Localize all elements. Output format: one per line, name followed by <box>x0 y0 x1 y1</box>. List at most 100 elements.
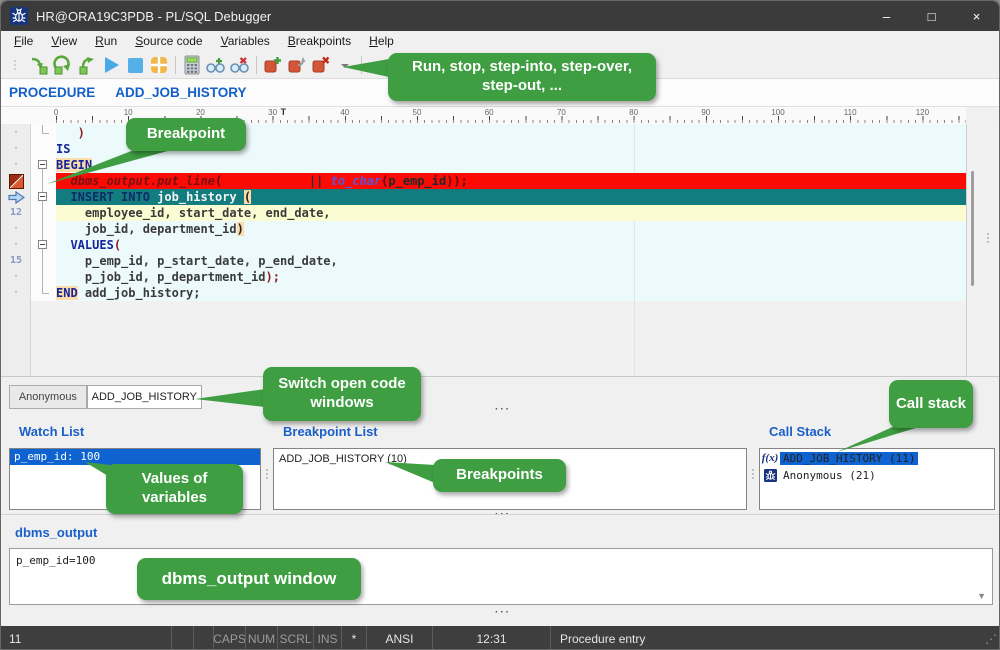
gutter-cell[interactable]: · <box>1 285 31 301</box>
code-text[interactable]: dbms_output.put_line('p_emp_id=' || to_c… <box>56 173 966 189</box>
line-number[interactable]: 15 <box>1 253 31 269</box>
callout-toolbar: Run, stop, step-into, step-over, step-ou… <box>388 53 656 101</box>
step-out-icon[interactable] <box>75 53 99 77</box>
code-text[interactable]: employee_id, start_date, end_date, <box>56 205 966 221</box>
menu-item-source-code[interactable]: Source code <box>126 32 211 50</box>
code-text[interactable]: INSERT INTO job_history ( <box>56 189 966 205</box>
run-icon[interactable] <box>99 53 123 77</box>
ruler-label: 100 <box>771 108 784 117</box>
code-line[interactable]: 12 employee_id, start_date, end_date, <box>1 205 966 221</box>
break-icon[interactable] <box>147 53 171 77</box>
fold-gutter-cell <box>31 253 56 269</box>
status-11: 11 <box>1 626 171 650</box>
execution-pointer[interactable] <box>1 189 31 205</box>
stop-icon[interactable] <box>123 53 147 77</box>
function-icon: f(x) <box>760 452 780 464</box>
ruler-label: 110 <box>844 108 857 117</box>
menu-item-breakpoints[interactable]: Breakpoints <box>279 32 360 50</box>
code-line[interactable]: · job_id, department_id) <box>1 221 966 237</box>
gutter-cell[interactable]: · <box>1 221 31 237</box>
code-text[interactable]: job_id, department_id) <box>56 221 966 237</box>
ruler-label: 90 <box>701 108 710 117</box>
gutter-cell[interactable]: · <box>1 157 31 173</box>
call-stack-item[interactable]: f(x)ADD_JOB_HISTORY (11) <box>760 450 994 466</box>
debugger-bug-icon <box>10 7 28 25</box>
close-button[interactable]: × <box>954 1 999 31</box>
ruler-label: 30 <box>268 108 277 117</box>
tab-add_job_history[interactable]: ADD_JOB_HISTORY <box>87 385 202 409</box>
call-stack-item[interactable]: Anonymous (21) <box>760 467 994 483</box>
menu-item-file[interactable]: File <box>5 32 42 50</box>
watch-splitter-handle[interactable]: ··· <box>264 468 270 480</box>
code-line[interactable]: · p_job_id, p_department_id); <box>1 269 966 285</box>
grip-icon: ··· <box>3 53 27 77</box>
collapse-minus-icon[interactable] <box>38 192 47 201</box>
watch-add-icon[interactable] <box>204 53 228 77</box>
code-line[interactable]: 15 p_emp_id, p_start_date, p_end_date, <box>1 253 966 269</box>
breakpoint-toggle-icon[interactable] <box>285 53 309 77</box>
status-bar: 11CAPSNUMSCRLINS*ANSI12:31Procedure entr… <box>1 626 999 650</box>
fold-toggle[interactable] <box>31 157 56 173</box>
resize-grip[interactable]: ⋰ <box>983 626 999 650</box>
gutter-cell[interactable]: · <box>1 141 31 157</box>
status-12-31: 12:31 <box>432 626 550 650</box>
code-line[interactable]: · BEGIN <box>1 157 966 173</box>
code-text[interactable]: BEGIN <box>56 157 966 173</box>
ruler-label: 0 <box>54 108 58 117</box>
collapse-minus-icon[interactable] <box>38 160 47 169</box>
code-editor[interactable]: ··· · )·IS·BEGIN dbms_output.put_line('p… <box>1 124 1000 376</box>
watch-remove-icon[interactable] <box>228 53 252 77</box>
callout-breakpoints: Breakpoints <box>433 459 566 492</box>
scroll-down-icon[interactable]: ▼ <box>977 591 986 601</box>
code-line[interactable]: INSERT INTO job_history ( <box>1 189 966 205</box>
code-line[interactable]: dbms_output.put_line('p_emp_id=' || to_c… <box>1 173 966 189</box>
step-into-icon[interactable] <box>27 53 51 77</box>
breakpoint-add-icon[interactable] <box>261 53 285 77</box>
ruler-label: 20 <box>196 108 205 117</box>
minimize-button[interactable]: – <box>864 1 909 31</box>
callout-callstack: Call stack <box>889 380 973 428</box>
fold-toggle[interactable] <box>31 237 56 253</box>
callstack-splitter-handle[interactable]: ··· <box>750 468 756 480</box>
code-line[interactable]: · VALUES( <box>1 237 966 253</box>
code-text[interactable]: p_job_id, p_department_id); <box>56 269 966 285</box>
code-line[interactable]: · END add_job_history; <box>1 285 966 301</box>
toolbar-separator <box>361 56 362 74</box>
gutter-cell[interactable]: · <box>1 269 31 285</box>
editor-right-splitter-handle[interactable]: ··· <box>985 232 991 244</box>
menu-item-view[interactable]: View <box>42 32 86 50</box>
call-stack-frame-label[interactable]: ADD_JOB_HISTORY (11) <box>780 452 918 465</box>
maximize-button[interactable]: □ <box>909 1 954 31</box>
call-stack-list[interactable]: f(x)ADD_JOB_HISTORY (11) Anonymous (21) <box>759 448 995 510</box>
status-caps: CAPS <box>213 626 245 650</box>
status-num: NUM <box>245 626 277 650</box>
toolbar-separator <box>256 56 257 74</box>
step-over-icon[interactable] <box>51 53 75 77</box>
tab-anonymous[interactable]: Anonymous <box>9 385 87 409</box>
output-bottom-splitter[interactable]: ··· <box>495 610 511 616</box>
dropdown-icon[interactable] <box>333 53 357 77</box>
tab-stop-marker: T <box>281 107 287 117</box>
breakpoint-marker[interactable] <box>1 173 31 189</box>
editor-vertical-scrollbar[interactable] <box>971 171 974 286</box>
code-text[interactable]: p_emp_id, p_start_date, p_end_date, <box>56 253 966 269</box>
status-ansi: ANSI <box>366 626 432 650</box>
calculator-icon[interactable] <box>180 53 204 77</box>
gutter-cell[interactable]: · <box>1 125 31 141</box>
fold-gutter-cell <box>31 205 56 221</box>
menu-item-variables[interactable]: Variables <box>212 32 279 50</box>
code-text[interactable]: VALUES( <box>56 237 966 253</box>
code-text[interactable]: END add_job_history; <box>56 285 966 301</box>
line-number[interactable]: 12 <box>1 205 31 221</box>
fold-toggle[interactable] <box>31 189 56 205</box>
fold-gutter-cell <box>31 141 56 157</box>
menu-item-help[interactable]: Help <box>360 32 403 50</box>
watch-list-title: Watch List <box>19 424 84 439</box>
horizontal-splitter[interactable]: ··· <box>495 407 511 413</box>
menu-item-run[interactable]: Run <box>86 32 126 50</box>
breakpoint-remove-icon[interactable] <box>309 53 333 77</box>
gutter-cell[interactable]: · <box>1 237 31 253</box>
watch-item[interactable]: p_emp_id: 100 <box>10 449 260 465</box>
collapse-minus-icon[interactable] <box>38 240 47 249</box>
call-stack-frame-label[interactable]: Anonymous (21) <box>780 469 879 482</box>
